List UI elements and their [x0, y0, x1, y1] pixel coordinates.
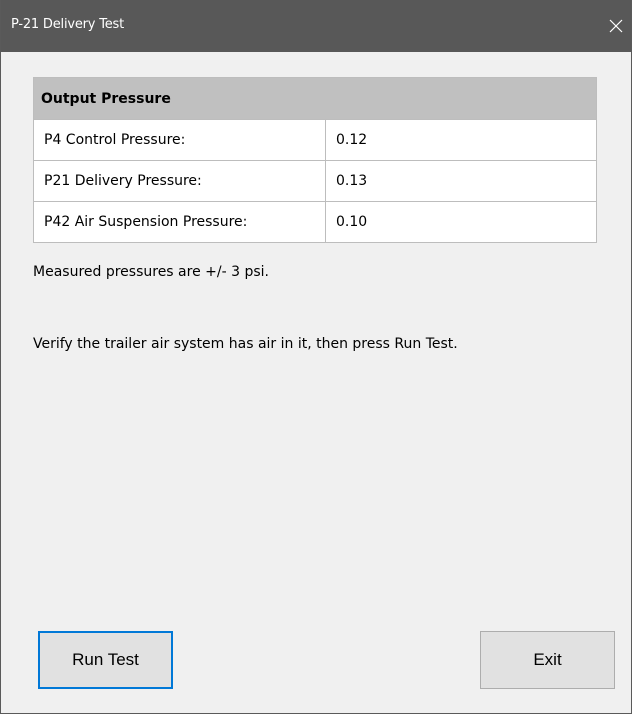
table-row: P21 Delivery Pressure: 0.13: [33, 160, 597, 202]
close-button[interactable]: [601, 0, 631, 52]
dialog-window: P-21 Delivery Test Output Pressure P4 Co…: [0, 0, 632, 714]
window-title: P-21 Delivery Test: [11, 17, 125, 32]
p42-value: 0.10: [325, 201, 597, 243]
p4-label: P4 Control Pressure:: [33, 119, 326, 161]
output-pressure-table: Output Pressure P4 Control Pressure: 0.1…: [33, 77, 597, 243]
p21-value: 0.13: [325, 160, 597, 202]
accuracy-note: Measured pressures are +/- 3 psi.: [33, 264, 269, 280]
title-bar[interactable]: P-21 Delivery Test: [1, 0, 631, 52]
close-icon: [609, 19, 623, 33]
instruction-text: Verify the trailer air system has air in…: [33, 336, 458, 352]
exit-button[interactable]: Exit: [480, 631, 615, 689]
table-row: P42 Air Suspension Pressure: 0.10: [33, 201, 597, 243]
p42-label: P42 Air Suspension Pressure:: [33, 201, 326, 243]
table-row: P4 Control Pressure: 0.12: [33, 119, 597, 161]
run-test-button[interactable]: Run Test: [38, 631, 173, 689]
table-header: Output Pressure: [33, 77, 597, 120]
table-header-row: Output Pressure: [33, 77, 597, 120]
p4-value: 0.12: [325, 119, 597, 161]
p21-label: P21 Delivery Pressure:: [33, 160, 326, 202]
